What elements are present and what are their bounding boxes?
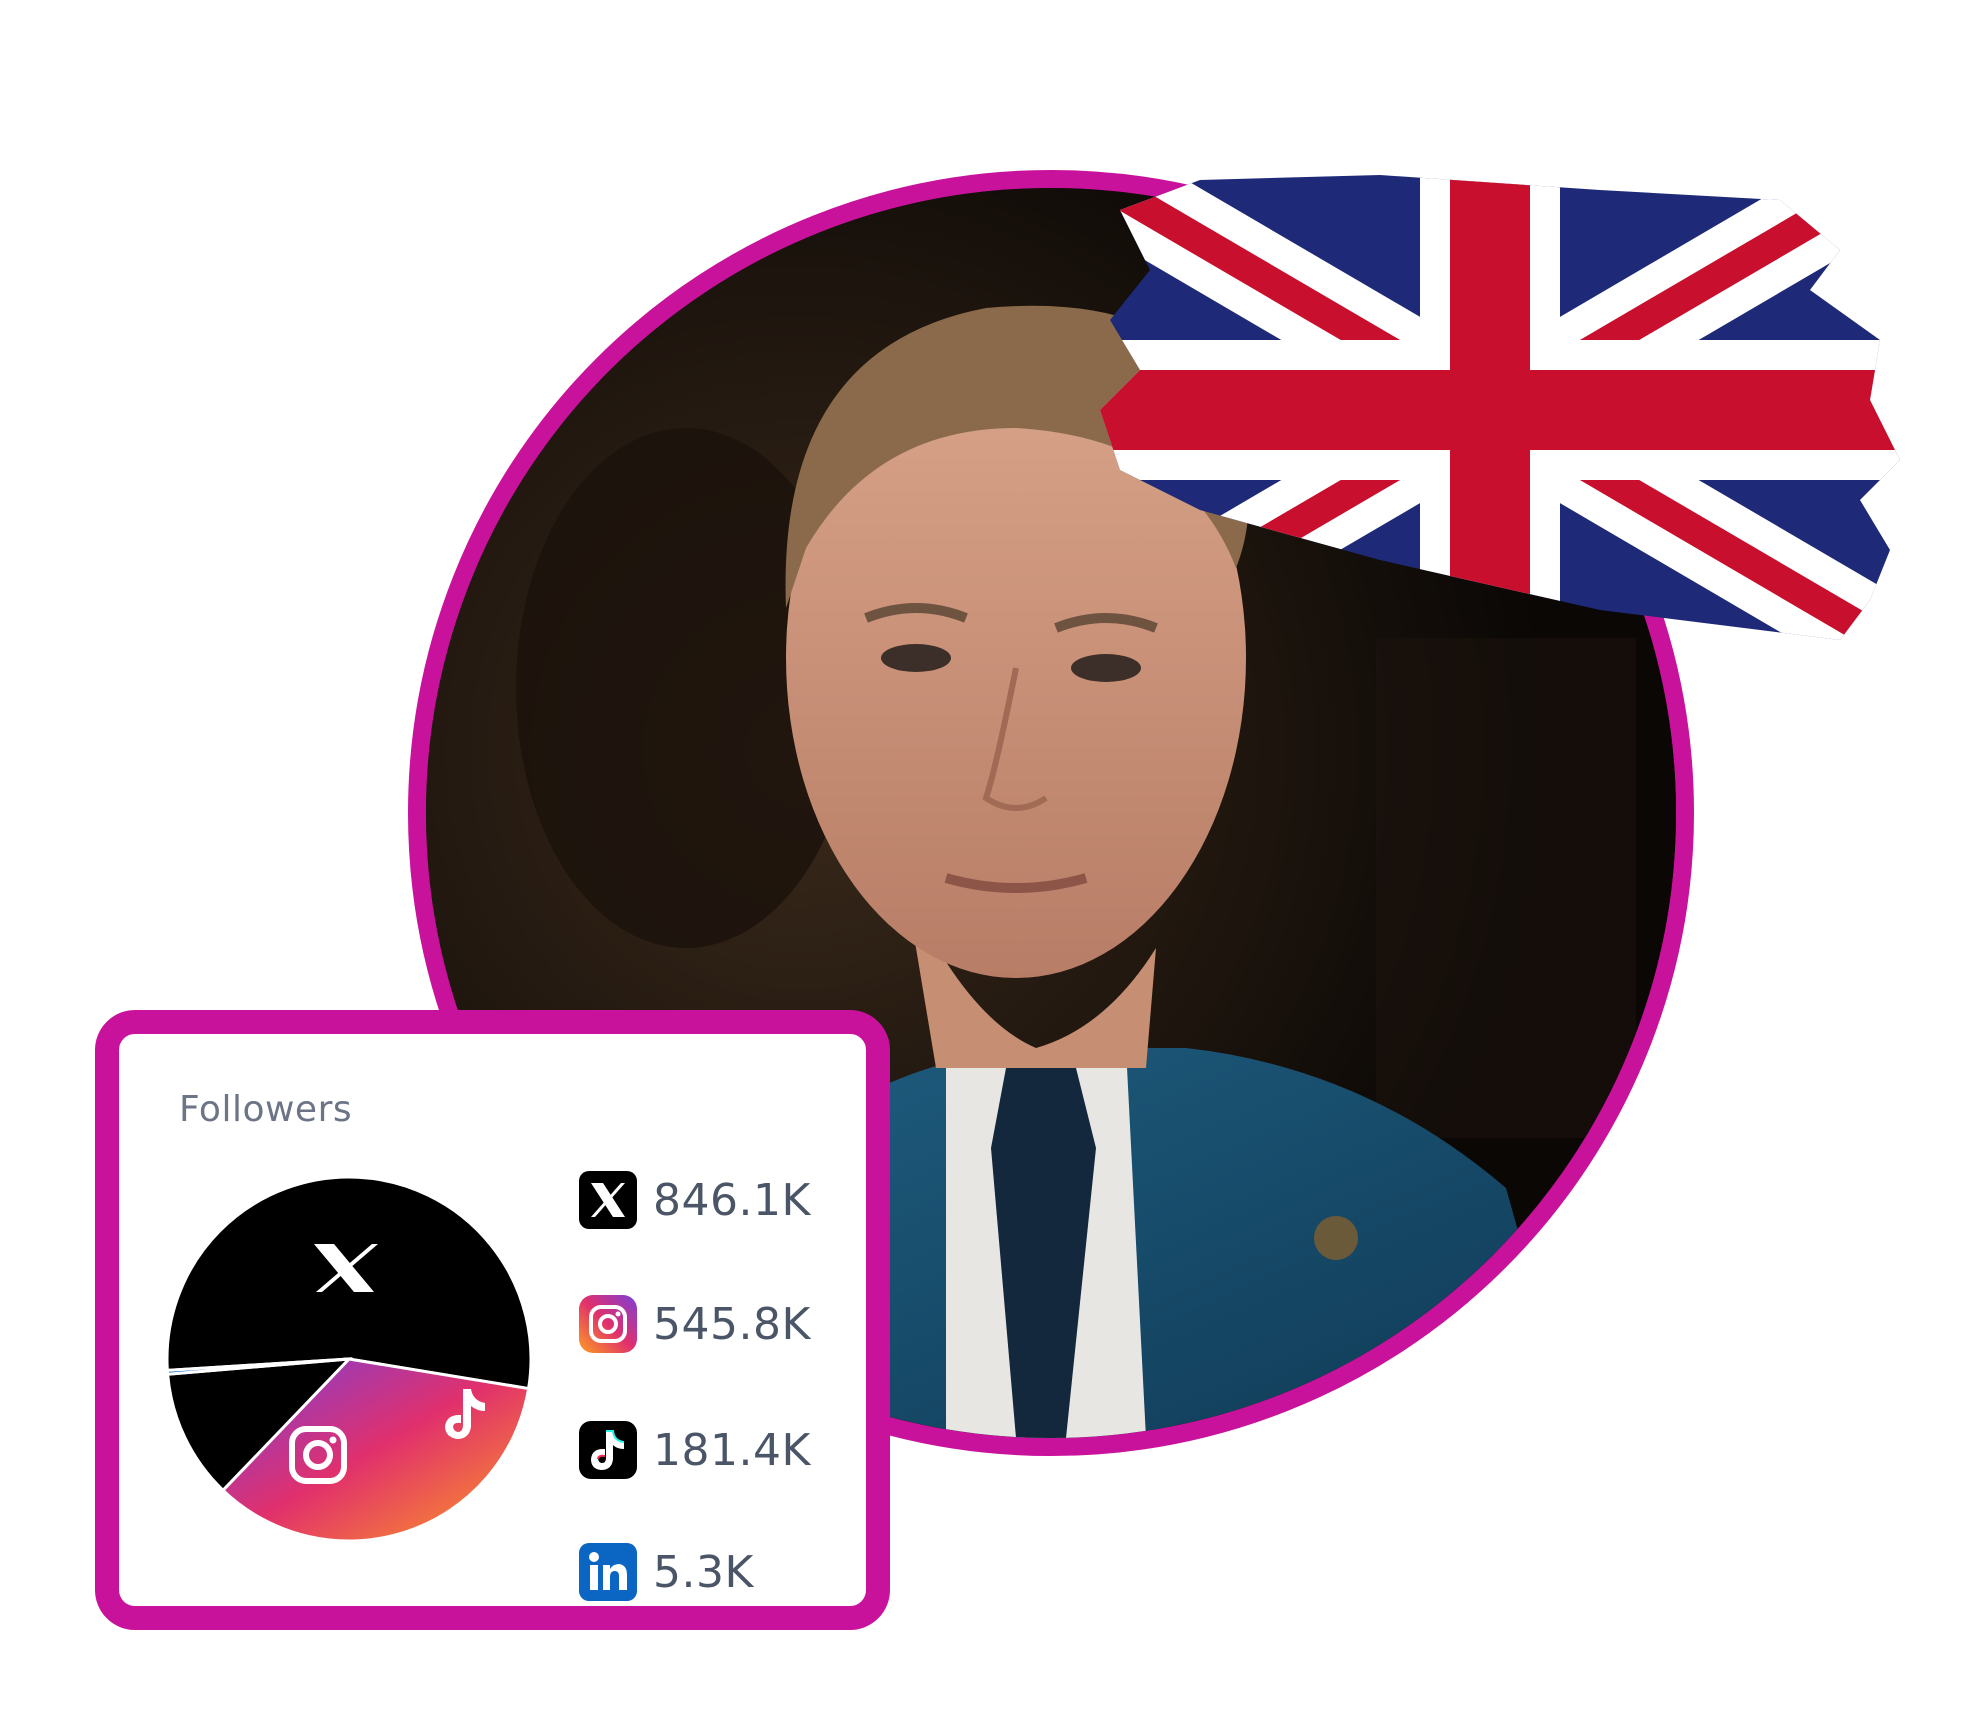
legend-row-x: 846.1K xyxy=(579,1170,811,1230)
followers-card: Followers 846.1K 545.8K 181.4K 5.3K xyxy=(95,1010,890,1630)
tiktok-icon xyxy=(579,1421,637,1479)
instagram-followers-value: 545.8K xyxy=(653,1298,811,1350)
linkedin-icon xyxy=(579,1543,637,1601)
instagram-icon xyxy=(579,1295,637,1353)
followers-pie-chart xyxy=(165,1175,533,1543)
x-logo-icon xyxy=(579,1171,637,1229)
union-jack-flag-icon xyxy=(1100,175,1900,640)
linkedin-followers-value: 5.3K xyxy=(653,1546,754,1598)
legend-row-tiktok: 181.4K xyxy=(579,1420,811,1480)
profile-graphic: Followers 846.1K 545.8K 181.4K 5.3K xyxy=(0,0,1964,1720)
legend-row-instagram: 545.8K xyxy=(579,1294,811,1354)
legend-row-linkedin: 5.3K xyxy=(579,1542,754,1602)
tiktok-followers-value: 181.4K xyxy=(653,1424,811,1476)
x-followers-value: 846.1K xyxy=(653,1174,811,1226)
followers-title: Followers xyxy=(179,1089,353,1130)
